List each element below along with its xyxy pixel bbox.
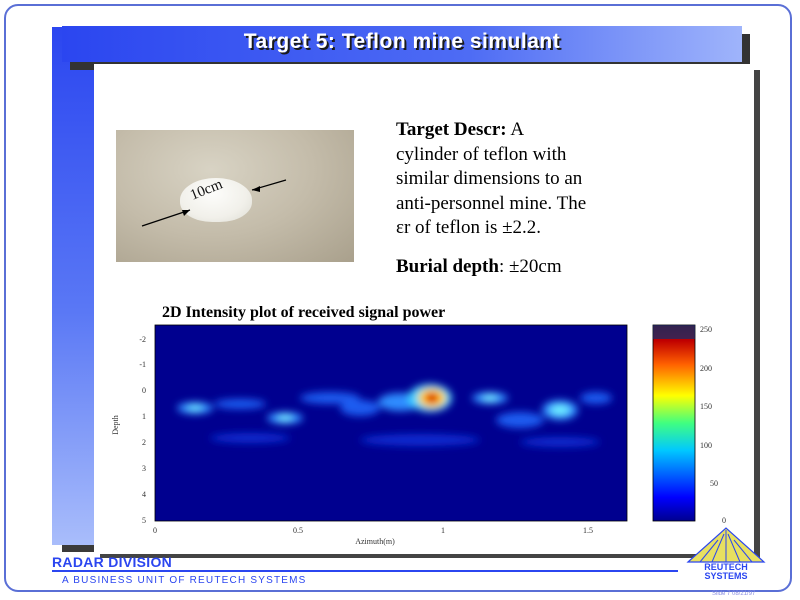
colorbar-top-noise <box>653 325 695 339</box>
xtick-3: 1.5 <box>583 526 593 535</box>
colorbar <box>652 324 696 522</box>
logo-text: REUTECH SYSTEMS <box>690 563 762 581</box>
xtick-2: 1 <box>441 526 445 535</box>
cbtick-1: 200 <box>700 364 712 373</box>
footer-rule <box>52 570 678 572</box>
x-axis-label: Azimuth(m) <box>355 537 395 546</box>
intensity-plot: -2 -1 0 1 2 3 4 5 0 0.5 1 1.5 Azimuth(m)… <box>111 324 766 563</box>
ytick-7: 5 <box>142 516 146 525</box>
ytick-0: -2 <box>139 335 146 344</box>
x-ticks: 0 0.5 1 1.5 <box>153 526 593 535</box>
y-axis-label: Depth <box>111 415 120 435</box>
xtick-0: 0 <box>153 526 157 535</box>
ytick-1: -1 <box>139 360 146 369</box>
colorbar-ticks: 250 200 150 100 50 0 <box>700 325 726 525</box>
reutech-logo <box>686 527 766 563</box>
cbtick-0: 250 <box>700 325 712 334</box>
division-label: RADAR DIVISION <box>52 554 173 570</box>
ytick-6: 4 <box>142 490 146 499</box>
ytick-5: 3 <box>142 464 146 473</box>
ytick-3: 1 <box>142 412 146 421</box>
ytick-2: 0 <box>142 386 146 395</box>
y-ticks: -2 -1 0 1 2 3 4 5 <box>139 335 146 525</box>
xtick-1: 0.5 <box>293 526 303 535</box>
business-unit-label: A BUSINESS UNIT OF REUTECH SYSTEMS <box>62 575 307 586</box>
cbtick-5: 0 <box>722 516 726 525</box>
logo-line-2: SYSTEMS <box>704 571 748 581</box>
plot-background <box>155 325 627 521</box>
ytick-4: 2 <box>142 438 146 447</box>
cbtick-3: 100 <box>700 441 712 450</box>
cbtick-4: 50 <box>710 479 718 488</box>
slide-number: Slide 7 08/21/97 <box>712 591 756 597</box>
cbtick-2: 150 <box>700 402 712 411</box>
